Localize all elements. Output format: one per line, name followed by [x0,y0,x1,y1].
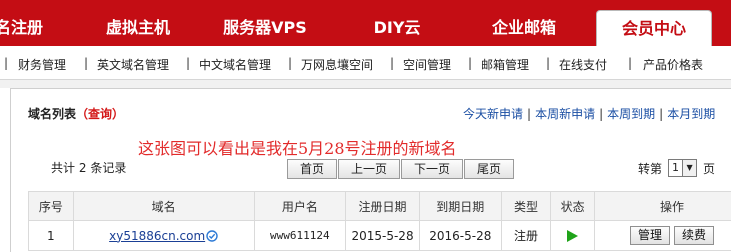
verified-badge-icon [206,230,218,242]
divider: | [628,56,633,70]
col-reg-date: 注册日期 [345,191,420,221]
top-navigation: 名注册 虚拟主机 服务器VPS DIY云 企业邮箱 会员中心 [0,0,731,46]
next-page-button[interactable]: 下一页 [401,159,464,179]
row-index: 1 [28,220,74,251]
manage-button[interactable]: 管理 [629,226,670,245]
divider: | [468,56,473,70]
link-month-expire[interactable]: 本月到期 [667,107,715,121]
table-row: 1 xy51886cn.com www611124 2015-5-28 2016… [28,220,731,251]
domain-list-panel: 域名列表（查询） 今天新申请 | 本周新申请 | 本周到期 | 本月到期 这张图可以看出是我… [10,88,731,252]
subnav-item-space[interactable]: 空间管理 [403,56,451,73]
divider: | [288,56,293,70]
divider: | [659,107,664,121]
tab-diy-cloud[interactable]: DIY云 [352,0,442,46]
col-username: 用户名 [253,191,347,221]
query-link[interactable]: （查询） [76,107,124,121]
col-domain: 域名 [72,191,255,221]
divider: | [546,56,551,70]
count-suffix: 条记录 [90,161,127,175]
play-icon [567,230,579,242]
prev-page-button[interactable]: 上一页 [338,159,401,179]
sub-navigation: | 财务管理 | 英文域名管理 | 中文域名管理 | 万网息壤空间 | 空间管理… [0,46,731,80]
divider: | [390,56,395,70]
col-actions: 操作 [593,191,731,221]
quick-links: 今天新申请 | 本周新申请 | 本周到期 | 本月到期 [463,105,715,122]
subnav-item-price-list[interactable]: 产品价格表 [643,56,703,73]
chevron-down-icon[interactable]: ▼ [682,160,697,176]
domain-link[interactable]: xy51886cn.com [109,229,205,243]
link-week-expire[interactable]: 本周到期 [607,107,655,121]
link-today-new[interactable]: 今天新申请 [463,107,523,121]
row-type: 注册 [500,220,552,251]
tab-domain-register[interactable]: 名注册 [0,0,50,46]
col-exp-date: 到期日期 [418,191,502,221]
page-jump: 转第 1 ▼ 页 [638,159,715,177]
renew-button[interactable]: 续费 [673,226,714,245]
row-username: www611124 [253,220,347,251]
table-header-row: 序号 域名 用户名 注册日期 到期日期 类型 状态 操作 [28,191,731,221]
last-page-button[interactable]: 尾页 [464,159,515,179]
col-type: 类型 [500,191,552,221]
jump-suffix: 页 [703,161,716,176]
page-select-value: 1 [672,161,680,174]
count-value: 2 [78,161,87,175]
divider: | [84,56,89,70]
tab-server-vps[interactable]: 服务器VPS [208,0,322,46]
tab-member-center[interactable]: 会员中心 [596,10,712,46]
pagination: 首页 上一页 下一页 尾页 [287,159,515,179]
subnav-item-finance[interactable]: 财务管理 [18,56,66,73]
count-prefix: 共计 [51,161,76,175]
subnav-item-online-pay[interactable]: 在线支付 [559,56,607,73]
divider: | [186,56,191,70]
first-page-button[interactable]: 首页 [287,159,338,179]
page-select[interactable]: 1 ▼ [668,159,698,177]
subnav-item-en-domain[interactable]: 英文域名管理 [97,56,169,73]
subnav-item-mailbox[interactable]: 邮箱管理 [481,56,529,73]
record-count: 共计 2 条记录 [51,159,126,176]
annotation-text: 这张图可以看出是我在5月28号注册的新域名 [138,139,457,158]
panel-title: 域名列表（查询） [28,105,124,122]
row-reg-date: 2015-5-28 [345,220,420,251]
divider: | [527,107,532,121]
panel-title-text: 域名列表 [28,107,77,121]
row-domain-cell: xy51886cn.com [72,220,255,251]
domain-table: 序号 域名 用户名 注册日期 到期日期 类型 状态 操作 1 xy51886cn… [28,191,731,251]
divider: | [4,56,9,70]
row-actions: 管理 续费 [593,220,731,251]
divider: | [599,107,604,121]
link-week-new[interactable]: 本周新申请 [535,107,595,121]
separator-bar [0,80,731,88]
tab-virtual-host[interactable]: 虚拟主机 [88,0,188,46]
row-exp-date: 2016-5-28 [418,220,502,251]
col-index: 序号 [28,191,74,221]
tab-enterprise-mail[interactable]: 企业邮箱 [474,0,574,46]
col-status: 状态 [550,191,595,221]
subnav-item-cn-domain[interactable]: 中文域名管理 [199,56,271,73]
subnav-item-hichina-space[interactable]: 万网息壤空间 [301,56,373,73]
row-status [550,220,595,251]
jump-label: 转第 [638,161,663,176]
